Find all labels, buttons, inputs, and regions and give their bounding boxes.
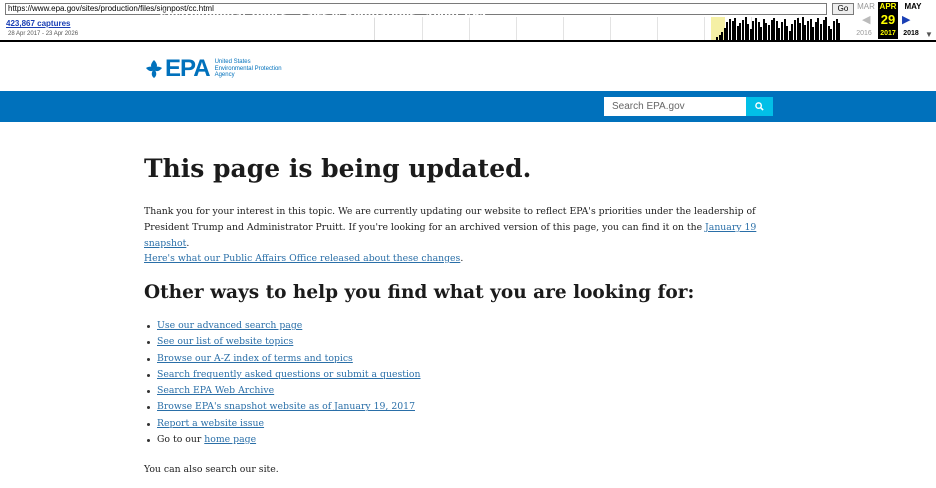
- magnifier-icon: [755, 102, 764, 111]
- sparkline-year-divider: [563, 17, 564, 40]
- list-item: Browse our A-Z index of terms and topics: [146, 351, 421, 367]
- epa-flower-icon: [146, 60, 162, 78]
- logo-subtitle: United States Environmental Protection A…: [214, 59, 282, 79]
- web-archive-link[interactable]: Search EPA Web Archive: [157, 385, 274, 396]
- wayback-current-year: 2017: [880, 30, 896, 37]
- sparkline-capture-bar: [838, 23, 841, 40]
- search-input[interactable]: Search EPA.gov: [604, 97, 746, 116]
- wayback-url-input[interactable]: https://www.epa.gov/sites/production/fil…: [5, 3, 827, 15]
- wayback-go-button[interactable]: Go: [832, 3, 854, 15]
- wayback-date-range: 28 Apr 2017 - 23 Apr 2026: [8, 31, 79, 37]
- intro-paragraph: Thank you for your interest in this topi…: [144, 206, 757, 249]
- nav-environmental-topics[interactable]: Environmental Topics: [159, 9, 287, 21]
- snapshot-website-link[interactable]: Browse EPA's snapshot website as of Janu…: [157, 401, 415, 412]
- wayback-next-month[interactable]: MAY: [902, 2, 924, 11]
- logo-text: EPA: [165, 55, 211, 82]
- prev-capture-arrow-icon[interactable]: ◀: [862, 13, 870, 26]
- public-affairs-paragraph: Here's what our Public Affairs Office re…: [144, 253, 464, 264]
- sparkline-year-divider: [704, 17, 705, 40]
- wayback-next-year[interactable]: 2018: [900, 30, 922, 37]
- help-links-list: Use our advanced search page See our lis…: [146, 318, 421, 448]
- public-affairs-link[interactable]: Here's what our Public Affairs Office re…: [144, 253, 460, 264]
- report-issue-link[interactable]: Report a website issue: [157, 418, 264, 429]
- wayback-captures-link[interactable]: 423,867 captures: [6, 19, 71, 28]
- epa-logo[interactable]: EPA United States Environmental Protecti…: [145, 55, 282, 83]
- home-page-link[interactable]: home page: [204, 434, 256, 445]
- wayback-toolbar: https://www.epa.gov/sites/production/fil…: [0, 0, 936, 42]
- sparkline-year-divider: [657, 17, 658, 40]
- wayback-current-day: 29: [880, 12, 896, 27]
- sparkline-year-divider: [610, 17, 611, 40]
- faq-link[interactable]: Search frequently asked questions or sub…: [157, 369, 421, 380]
- list-item: Search frequently asked questions or sub…: [146, 367, 421, 383]
- search-site-text: You can also search our site.: [144, 464, 279, 475]
- sparkline-year-divider: [516, 17, 517, 40]
- other-ways-heading: Other ways to help you find what you are…: [144, 282, 695, 303]
- search-button[interactable]: [746, 97, 773, 116]
- list-item: Report a website issue: [146, 416, 421, 432]
- advanced-search-link[interactable]: Use our advanced search page: [157, 320, 302, 331]
- list-item: See our list of website topics: [146, 334, 421, 350]
- list-item: Search EPA Web Archive: [146, 383, 421, 399]
- wayback-prev-month[interactable]: MAR: [855, 2, 877, 11]
- list-item: Go to our home page: [146, 432, 421, 448]
- nav-laws-regulations[interactable]: Laws & Regulations: [299, 9, 416, 21]
- list-item: Browse EPA's snapshot website as of Janu…: [146, 399, 421, 415]
- website-topics-link[interactable]: See our list of website topics: [157, 336, 293, 347]
- next-capture-arrow-icon[interactable]: ▶: [902, 13, 910, 26]
- wayback-prev-year[interactable]: 2016: [853, 30, 875, 37]
- az-index-link[interactable]: Browse our A-Z index of terms and topics: [157, 353, 353, 364]
- sparkline-year-divider: [422, 17, 423, 40]
- main-nav-bar: [0, 91, 936, 122]
- nav-about-epa[interactable]: About EPA: [425, 9, 487, 21]
- collapse-icon[interactable]: ▼: [925, 30, 933, 39]
- page-title: This page is being updated.: [144, 154, 532, 183]
- list-item: Use our advanced search page: [146, 318, 421, 334]
